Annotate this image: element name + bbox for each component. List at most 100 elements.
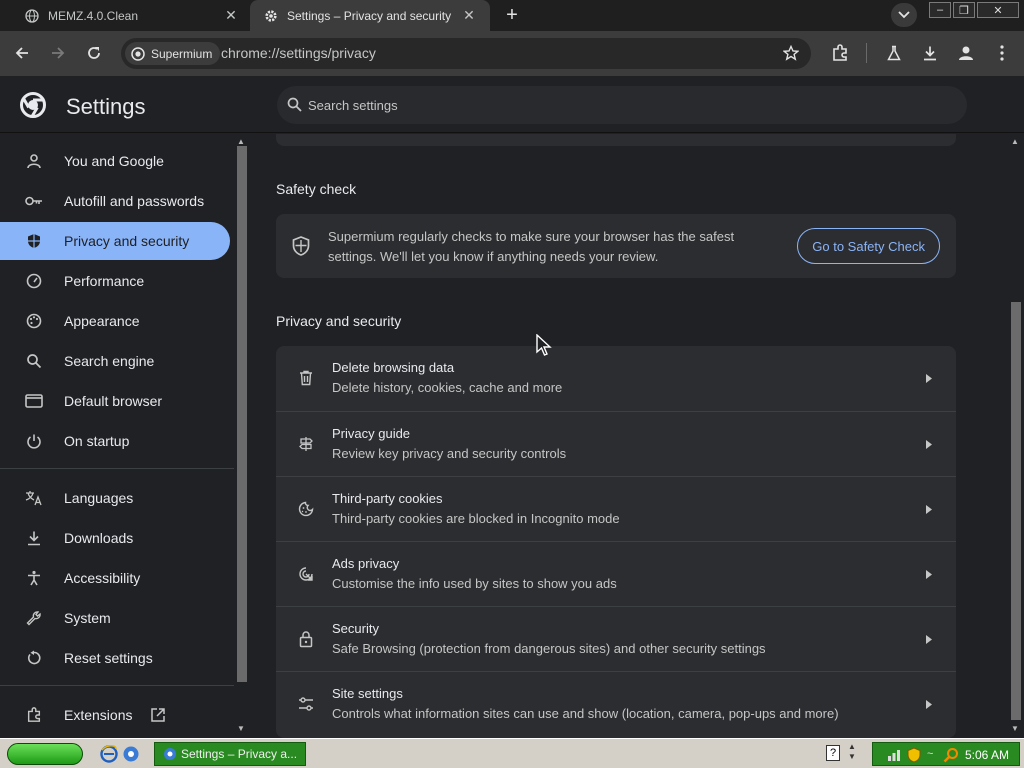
- download-icon: [24, 528, 44, 548]
- sidebar-item-label: Appearance: [64, 313, 140, 329]
- close-icon[interactable]: ✕: [222, 7, 240, 25]
- scroll-down-arrow[interactable]: ▼: [1011, 724, 1019, 733]
- download-icon[interactable]: [918, 41, 942, 65]
- sidebar-item-label: You and Google: [64, 153, 164, 169]
- page-title: Settings: [66, 94, 146, 119]
- row-title: Delete browsing data: [332, 360, 455, 375]
- tab-search-button[interactable]: [891, 3, 917, 27]
- network-icon[interactable]: [887, 748, 901, 767]
- scroll-down-arrow[interactable]: ▼: [237, 724, 245, 733]
- help-icon[interactable]: ?: [826, 745, 840, 761]
- bookmark-star-icon[interactable]: [781, 43, 801, 63]
- row-privacy-guide[interactable]: Privacy guide Review key privacy and sec…: [276, 411, 956, 476]
- search-icon: [24, 351, 44, 371]
- signpost-icon: [296, 434, 316, 454]
- back-button[interactable]: [10, 41, 34, 65]
- new-tab-button[interactable]: +: [500, 4, 524, 26]
- cookie-icon: [296, 499, 316, 519]
- ie-quicklaunch-icon[interactable]: [100, 745, 118, 768]
- sidebar-item-extensions[interactable]: Extensions: [0, 696, 230, 734]
- sidebar-item-label: Reset settings: [64, 650, 153, 666]
- sidebar-item-label: Search engine: [64, 353, 155, 369]
- sidebar-item-label: On startup: [64, 433, 130, 449]
- sliders-icon: [296, 694, 316, 714]
- extensions-puzzle-icon[interactable]: [828, 41, 852, 65]
- sidebar-divider: [0, 685, 234, 686]
- sidebar-item-label: Downloads: [64, 530, 134, 546]
- profile-avatar-icon[interactable]: [954, 41, 978, 65]
- address-bar[interactable]: Supermium chrome://settings/privacy: [121, 38, 811, 69]
- scrollbar-thumb[interactable]: [237, 146, 247, 682]
- sidebar-item-autofill[interactable]: Autofill and passwords: [0, 182, 230, 220]
- labs-flask-icon[interactable]: [882, 41, 906, 65]
- sidebar-item-on-startup[interactable]: On startup: [0, 422, 230, 460]
- arrow-right-icon: [52, 47, 65, 59]
- sidebar-item-system[interactable]: System: [0, 599, 230, 637]
- row-delete-browsing-data[interactable]: Delete browsing data Delete history, coo…: [276, 346, 956, 411]
- arrow-left-icon: [15, 47, 28, 59]
- search-input[interactable]: [308, 94, 908, 116]
- sidebar-item-label: Privacy and security: [64, 233, 190, 249]
- settings-search[interactable]: [277, 86, 967, 124]
- gear-icon: [263, 8, 279, 24]
- chevron-right-icon: [924, 437, 934, 451]
- sidebar-item-downloads[interactable]: Downloads: [0, 519, 230, 557]
- row-security[interactable]: Security Safe Browsing (protection from …: [276, 606, 956, 671]
- sidebar-item-reset[interactable]: Reset settings: [0, 639, 230, 677]
- row-site-settings[interactable]: Site settings Controls what information …: [276, 671, 956, 736]
- tab-title: Settings – Privacy and security: [287, 8, 452, 23]
- browser-quicklaunch-icon[interactable]: [122, 745, 140, 768]
- row-ads-privacy[interactable]: Ads privacy Customise the info used by s…: [276, 541, 956, 606]
- ads-target-icon: [296, 564, 316, 584]
- key-icon: [24, 191, 44, 211]
- sidebar-item-you-and-google[interactable]: You and Google: [0, 142, 230, 180]
- system-tray: ~ 5:06 AM: [872, 742, 1020, 766]
- sidebar-item-languages[interactable]: Languages: [0, 479, 230, 517]
- chevron-down-icon: [898, 11, 910, 19]
- sidebar-item-default-browser[interactable]: Default browser: [0, 382, 230, 420]
- tab-memz[interactable]: MEMZ.4.0.Clean ✕: [0, 0, 252, 31]
- row-subtitle: Controls what information sites can use …: [332, 706, 839, 721]
- tab-strip: MEMZ.4.0.Clean ✕ Settings – Privacy and …: [0, 0, 1024, 31]
- extensions-puzzle-icon: [24, 705, 44, 725]
- trash-icon: [296, 368, 316, 388]
- row-subtitle: Customise the info used by sites to show…: [332, 576, 617, 591]
- sidebar-item-accessibility[interactable]: Accessibility: [0, 559, 230, 597]
- sidebar-scrollbar[interactable]: ▲ ▼: [234, 134, 249, 738]
- tab-settings[interactable]: Settings – Privacy and security ✕: [250, 0, 490, 31]
- close-window-button[interactable]: ✕: [977, 2, 1019, 18]
- scrollbar-thumb[interactable]: [1011, 302, 1021, 720]
- close-icon[interactable]: ✕: [460, 7, 478, 25]
- site-chip-label: Supermium: [151, 46, 213, 61]
- go-to-safety-check-button[interactable]: Go to Safety Check: [797, 228, 940, 264]
- search-tray-icon[interactable]: [943, 747, 959, 768]
- volume-icon[interactable]: ~: [927, 748, 933, 760]
- row-third-party-cookies[interactable]: Third-party cookies Third-party cookies …: [276, 476, 956, 541]
- main-scrollbar[interactable]: ▲ ▼: [1008, 134, 1024, 738]
- shield-check-icon: [292, 236, 310, 261]
- more-menu-icon[interactable]: [990, 41, 1014, 65]
- sidebar-item-appearance[interactable]: Appearance: [0, 302, 230, 340]
- sidebar-item-privacy[interactable]: Privacy and security: [0, 222, 230, 260]
- url-text[interactable]: chrome://settings/privacy: [221, 45, 376, 61]
- scroll-up-arrow[interactable]: ▲: [237, 137, 245, 146]
- sidebar-item-label: Languages: [64, 490, 134, 506]
- site-info-chip[interactable]: Supermium: [125, 42, 221, 65]
- reload-button[interactable]: [82, 41, 106, 65]
- security-shield-icon[interactable]: [907, 747, 921, 768]
- sidebar-item-performance[interactable]: Performance: [0, 262, 230, 300]
- minimize-button[interactable]: –: [929, 2, 951, 18]
- forward-button[interactable]: [46, 41, 70, 65]
- scroll-up-arrow[interactable]: ▲: [1011, 137, 1019, 146]
- tray-expand-arrows[interactable]: ▲ ▼: [848, 742, 856, 762]
- maximize-button[interactable]: ❐: [953, 2, 975, 18]
- sidebar-item-search-engine[interactable]: Search engine: [0, 342, 230, 380]
- row-subtitle: Third-party cookies are blocked in Incog…: [332, 511, 620, 526]
- taskbar-item-label: Settings – Privacy a...: [181, 747, 298, 761]
- reset-icon: [24, 648, 44, 668]
- browser-window-icon: [24, 391, 44, 411]
- taskbar-item-settings[interactable]: Settings – Privacy a...: [154, 742, 306, 766]
- settings-sidebar: You and Google Autofill and passwords Pr…: [0, 134, 234, 738]
- start-button[interactable]: [7, 743, 83, 765]
- tab-title: MEMZ.4.0.Clean: [48, 8, 139, 23]
